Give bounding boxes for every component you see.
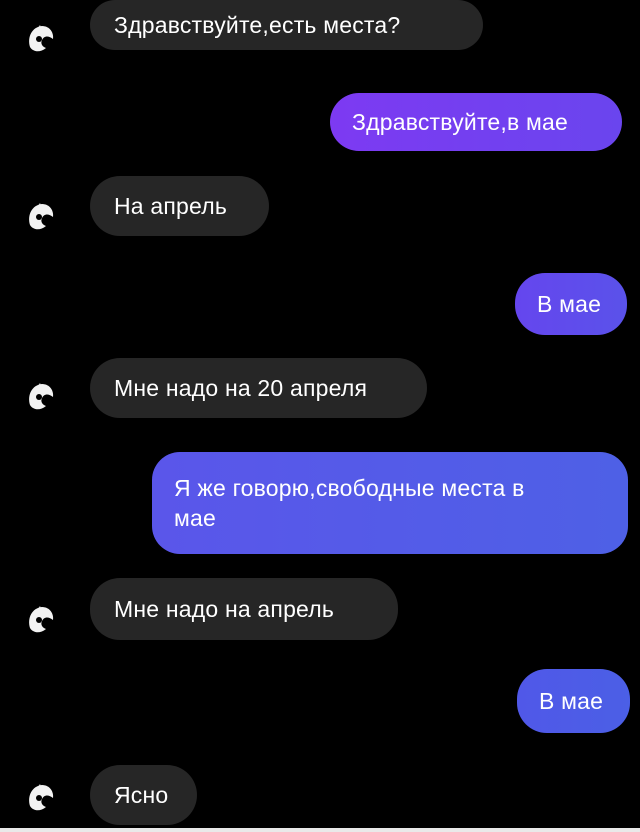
message-text: На апрель (114, 193, 228, 219)
message-text: Здравствуйте,в мае (352, 109, 569, 135)
incoming-message[interactable]: Здравствуйте,есть места? (90, 0, 483, 50)
contact-avatar-icon[interactable] (18, 375, 62, 419)
message-text-line: Я же говорю,свободные места в (174, 475, 525, 501)
avatar-icon (19, 18, 61, 60)
incoming-message[interactable]: Ясно (90, 765, 197, 825)
message-text: Мне надо на апрель (114, 596, 335, 622)
incoming-message[interactable]: Мне надо на 20 апреля (90, 358, 427, 418)
contact-avatar-icon[interactable] (18, 776, 62, 820)
message-text: Мне надо на 20 апреля (114, 375, 368, 401)
outgoing-message[interactable]: В мае (515, 273, 627, 335)
avatar-icon (19, 599, 61, 641)
message-text-line: мае (174, 505, 216, 531)
outgoing-message[interactable]: Здравствуйте,в мае (330, 93, 622, 151)
incoming-message[interactable]: Мне надо на апрель (90, 578, 398, 640)
outgoing-message[interactable]: Я же говорю,свободные места в мае (152, 452, 628, 554)
incoming-message[interactable]: На апрель (90, 176, 269, 236)
message-text: Ясно (114, 782, 169, 808)
contact-avatar-icon[interactable] (18, 17, 62, 61)
message-text: Здравствуйте,есть места? (114, 12, 401, 38)
message-text: В мае (539, 688, 604, 714)
bottom-edge-strip (0, 828, 640, 832)
avatar-icon (19, 777, 61, 819)
avatar-icon (19, 196, 61, 238)
contact-avatar-icon[interactable] (18, 195, 62, 239)
outgoing-message[interactable]: В мае (517, 669, 630, 733)
contact-avatar-icon[interactable] (18, 598, 62, 642)
avatar-icon (19, 376, 61, 418)
message-text: В мае (537, 291, 602, 317)
